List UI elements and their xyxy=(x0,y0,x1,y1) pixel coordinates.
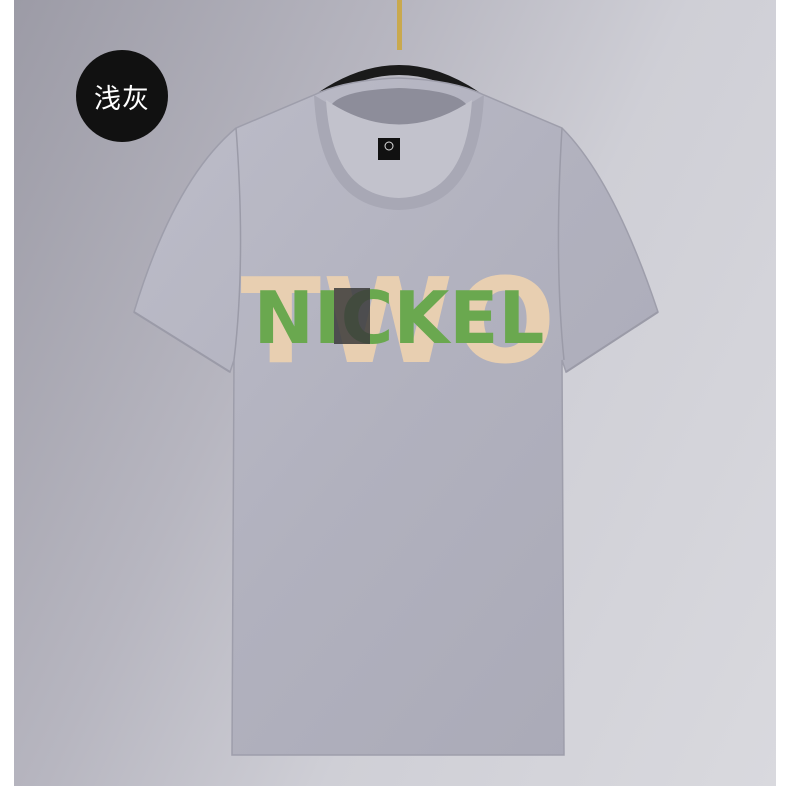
product-photo-background: TWO NICKEL 浅灰 xyxy=(14,0,776,786)
tshirt xyxy=(133,77,659,756)
svg-text:NICKEL: NICKEL xyxy=(254,276,545,360)
color-badge: 浅灰 xyxy=(76,50,168,142)
color-badge-label: 浅灰 xyxy=(94,83,150,115)
print-front-word: NICKEL xyxy=(254,276,545,360)
print-overlap xyxy=(334,288,370,344)
